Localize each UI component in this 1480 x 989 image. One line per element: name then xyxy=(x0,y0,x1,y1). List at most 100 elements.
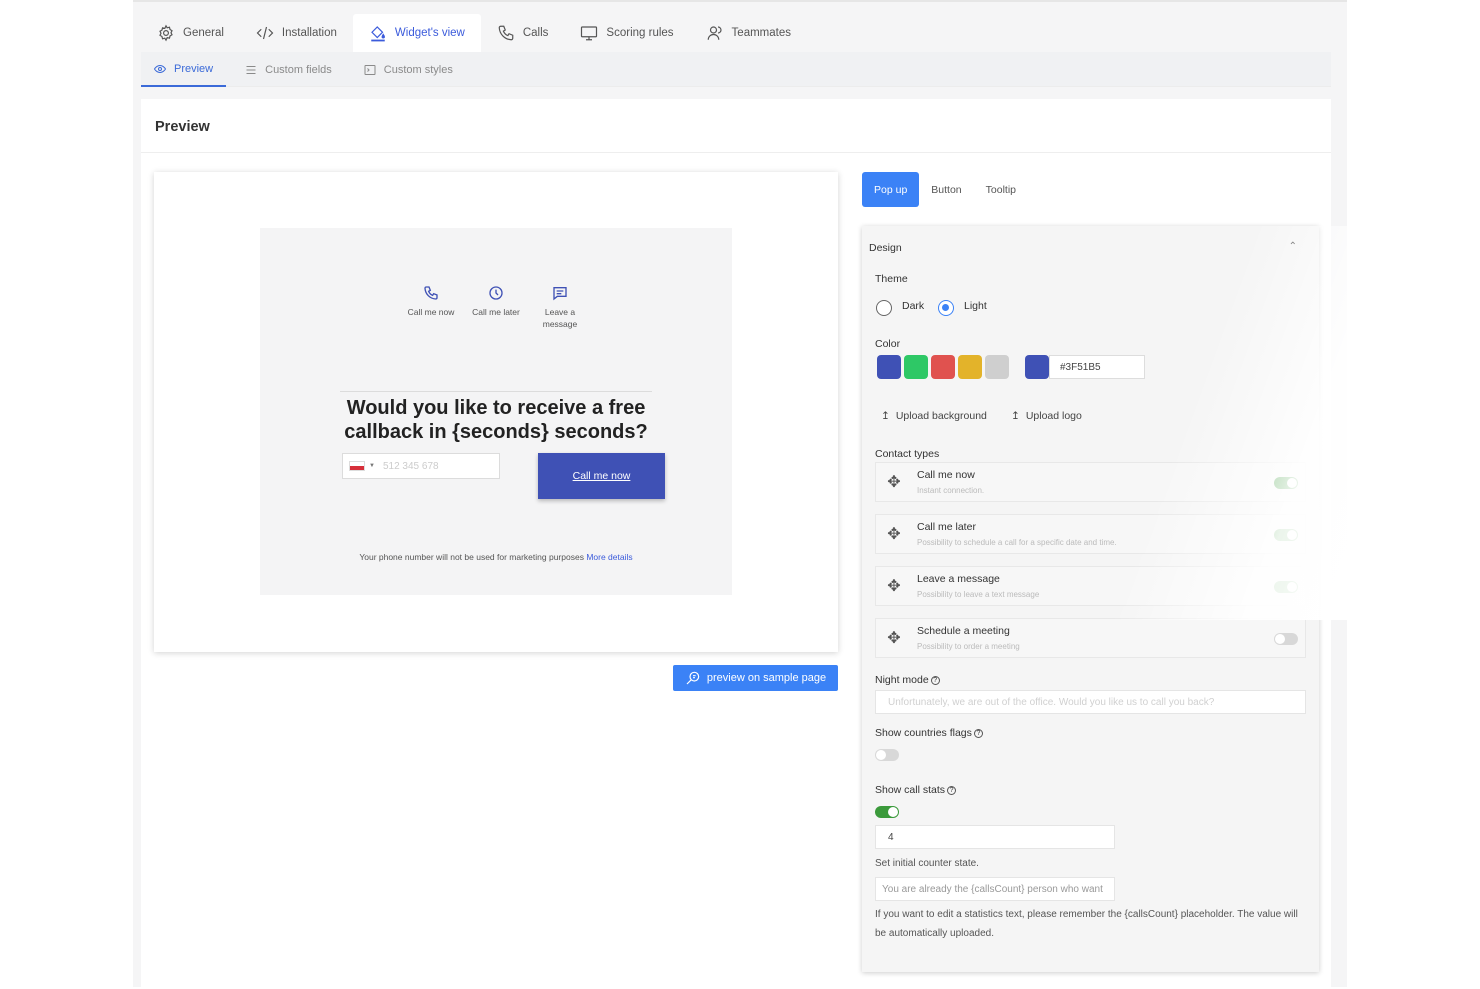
show-flags-label-text: Show countries flags xyxy=(875,727,972,739)
chevron-up-icon[interactable]: ⌃ xyxy=(1289,241,1297,252)
subtab-custom-styles[interactable]: Custom styles xyxy=(351,52,466,87)
upload-background-label: Upload background xyxy=(895,410,987,422)
contact-type-title: Call me now xyxy=(917,469,975,481)
upload-logo-label: Upload logo xyxy=(1025,410,1082,422)
contact-type-toggle[interactable] xyxy=(1274,633,1298,645)
design-panel: Design ⌃ Theme Dark Light Color #3F51B5 … xyxy=(862,226,1347,972)
tab-widgets-view-label: Widget's view xyxy=(394,27,465,39)
color-swatch-red[interactable] xyxy=(931,355,955,379)
theme-light-radio[interactable] xyxy=(938,300,954,316)
paint-bucket-icon xyxy=(371,26,385,42)
widget-contact-leave-message-line2: message xyxy=(542,319,578,329)
theme-dark-label: Dark xyxy=(902,300,925,312)
help-icon[interactable]: ? xyxy=(930,676,940,685)
move-handle-icon[interactable]: ✥ xyxy=(886,527,902,543)
glare-overlay xyxy=(1097,226,1347,620)
upload-background-button[interactable]: ↥ Upload background xyxy=(881,410,987,422)
tab-teammates[interactable]: Teammates xyxy=(690,14,807,52)
show-stats-toggle[interactable] xyxy=(875,806,899,818)
tab-installation[interactable]: Installation xyxy=(240,14,353,52)
tab-scoring-rules-label: Scoring rules xyxy=(606,27,674,39)
color-swatch-green[interactable] xyxy=(904,355,928,379)
stats-text-input[interactable]: You are already the {callsCount} person … xyxy=(875,877,1115,901)
widget-phone-input[interactable]: ▼ 512 345 678 xyxy=(342,453,500,479)
night-mode-label: Night mode? xyxy=(875,674,940,686)
tab-general-label: General xyxy=(183,27,224,39)
design-header: Design xyxy=(869,242,902,254)
preview-sample-page-label: preview on sample page xyxy=(706,672,827,684)
show-stats-label-text: Show call stats xyxy=(875,784,946,796)
selected-color-preview[interactable] xyxy=(1025,355,1049,379)
tab-button[interactable]: Button xyxy=(919,172,973,207)
night-mode-input[interactable]: Unfortunately, we are out of the office.… xyxy=(875,690,1306,714)
move-handle-icon[interactable]: ✥ xyxy=(886,579,902,595)
upload-icon: ↥ xyxy=(1011,410,1020,422)
color-hex-input[interactable]: #3F51B5 xyxy=(1049,355,1145,379)
theme-dark-radio[interactable] xyxy=(876,300,892,316)
contact-type-toggle[interactable] xyxy=(1274,477,1298,489)
app-window: General Installation Widget's view Calls… xyxy=(133,0,1347,989)
widget-call-now-button[interactable]: Call me now xyxy=(538,453,665,499)
list-icon xyxy=(246,65,256,74)
tab-installation-label: Installation xyxy=(281,27,337,39)
preview-sample-page-button[interactable]: preview on sample page xyxy=(673,665,838,691)
tab-scoring-rules[interactable]: Scoring rules xyxy=(564,14,689,52)
move-handle-icon[interactable]: ✥ xyxy=(886,475,902,491)
tab-general[interactable]: General xyxy=(141,14,240,52)
contact-type-desc: Possibility to order a meeting xyxy=(917,642,1020,651)
show-flags-label: Show countries flags? xyxy=(875,727,983,739)
color-swatch-yellow[interactable] xyxy=(958,355,982,379)
contact-type-title: Leave a message xyxy=(917,573,1000,585)
night-mode-label-text: Night mode xyxy=(875,674,929,686)
contact-type-title: Schedule a meeting xyxy=(917,625,1010,637)
phone-icon xyxy=(424,286,438,300)
subtab-custom-styles-label: Custom styles xyxy=(383,63,453,76)
subtab-preview[interactable]: Preview xyxy=(141,52,227,87)
phone-placeholder: 512 345 678 xyxy=(382,460,439,472)
more-details-link[interactable]: More details xyxy=(586,552,632,562)
users-icon xyxy=(707,26,722,40)
color-swatch-gray[interactable] xyxy=(985,355,1009,379)
contact-types-label: Contact types xyxy=(875,448,940,460)
contact-type-toggle[interactable] xyxy=(1274,529,1298,541)
move-handle-icon[interactable]: ✥ xyxy=(886,631,902,647)
widget-consent: Your phone number will not be used for m… xyxy=(260,552,732,562)
divider xyxy=(141,152,1331,153)
sub-tabs: Preview Custom fields Custom styles xyxy=(141,52,1331,87)
subtab-custom-fields[interactable]: Custom fields xyxy=(232,52,345,87)
preview-panel: Preview Call me now Call me later Leave … xyxy=(141,99,1347,989)
counter-input[interactable]: 4 xyxy=(875,825,1115,849)
widget-contact-call-now-label: Call me now xyxy=(407,307,455,317)
contact-type-row-leave-message: ✥ Leave a message Possibility to leave a… xyxy=(875,566,1306,606)
consent-text: Your phone number will not be used for m… xyxy=(359,552,584,562)
tab-popup[interactable]: Pop up xyxy=(862,172,920,207)
caret-down-icon[interactable]: ▼ xyxy=(369,463,375,469)
widget-contact-call-now[interactable]: Call me now xyxy=(405,285,457,318)
tab-widgets-view[interactable]: Widget's view xyxy=(352,14,481,52)
poland-flag-icon[interactable] xyxy=(349,461,365,471)
widget-contact-leave-message[interactable]: Leave a message xyxy=(536,285,584,330)
contact-type-desc: Instant connection. xyxy=(917,486,985,495)
contact-type-row-schedule-meeting: ✥ Schedule a meeting Possibility to orde… xyxy=(875,618,1306,658)
widget-type-tabs: Pop up Button Tooltip xyxy=(862,172,1028,207)
tab-calls[interactable]: Calls xyxy=(481,14,565,52)
show-flags-toggle[interactable] xyxy=(875,749,899,761)
message-icon xyxy=(553,287,567,301)
widget-contact-call-later[interactable]: Call me later xyxy=(468,285,524,318)
theme-light-label: Light xyxy=(964,300,987,312)
contact-type-toggle[interactable] xyxy=(1274,581,1298,593)
subtab-preview-label: Preview xyxy=(174,62,214,75)
upload-icon: ↥ xyxy=(881,410,890,422)
help-icon[interactable]: ? xyxy=(973,729,983,738)
tab-tooltip[interactable]: Tooltip xyxy=(974,172,1028,207)
help-icon[interactable]: ? xyxy=(947,786,957,795)
contact-type-desc: Possibility to leave a text message xyxy=(917,590,1040,599)
upload-logo-button[interactable]: ↥ Upload logo xyxy=(1011,410,1082,422)
terminal-icon xyxy=(364,64,376,75)
color-swatch-blue[interactable] xyxy=(877,355,901,379)
show-stats-label: Show call stats? xyxy=(875,784,957,796)
contact-type-row-call-now: ✥ Call me now Instant connection. xyxy=(875,462,1306,502)
tab-teammates-label: Teammates xyxy=(731,27,791,39)
widget-preview-card: Call me now Call me later Leave a messag… xyxy=(154,172,838,652)
page-title: Preview xyxy=(155,119,210,135)
